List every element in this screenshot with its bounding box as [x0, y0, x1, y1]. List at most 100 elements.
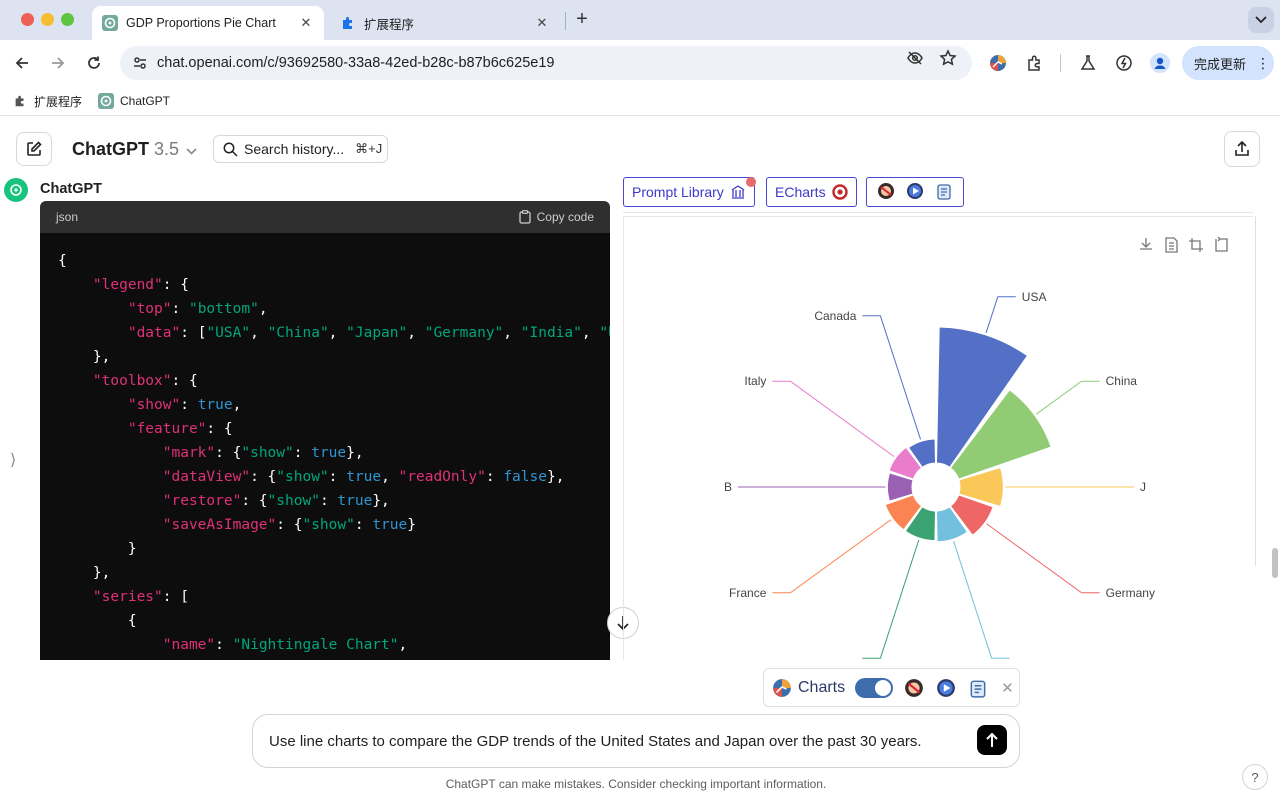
prompt-library-label: Prompt Library: [632, 184, 724, 200]
echarts-icon: [831, 184, 848, 200]
echarts-button[interactable]: ECharts: [766, 177, 857, 207]
label-leader-line: [953, 540, 1010, 659]
code-line: "mark": {"show": true},: [162, 445, 364, 461]
message-author: ChatGPT: [40, 181, 103, 197]
back-button[interactable]: [10, 51, 34, 75]
code-line: "saveAsImage": {"show": true}: [162, 517, 416, 533]
clipboard-tool-icon[interactable]: [935, 182, 953, 203]
reload-icon: [88, 56, 100, 69]
code-line: "show": true,: [127, 397, 242, 413]
panel-divider: [623, 212, 1253, 213]
slice-label: Italy: [744, 374, 766, 388]
site-settings-icon[interactable]: [130, 53, 150, 73]
edit-icon: [27, 141, 42, 156]
close-icon[interactable]: ✕: [534, 15, 550, 31]
slice-label: Germany: [1106, 586, 1155, 600]
tab-gdp-chart[interactable]: GDP Proportions Pie Chart ✕: [92, 6, 324, 40]
close-icon[interactable]: ✕: [1001, 679, 1014, 697]
clipboard-tool-icon[interactable]: [967, 677, 989, 699]
page-scrollbar[interactable]: [1272, 548, 1278, 578]
slice-label: Canada: [814, 309, 856, 323]
code-line: },: [58, 349, 111, 365]
code-line: "feature": {: [127, 421, 233, 437]
search-icon: [223, 142, 238, 157]
performance-icon[interactable]: [1113, 52, 1135, 74]
clipboard-icon: [518, 210, 531, 224]
code-block: { "legend": { "top": "bottom", "data": […: [40, 233, 610, 660]
bookmark-label: 扩展程序: [34, 94, 83, 109]
prompt-text[interactable]: Use line charts to compare the GDP trend…: [269, 733, 1019, 750]
openai-icon: [102, 15, 118, 31]
nightingale-chart: USA China J Germany France B Italy Canada: [623, 216, 1253, 660]
code-line: {: [58, 253, 67, 269]
charts-toggle[interactable]: [855, 677, 894, 698]
label-leader-line: [862, 539, 920, 659]
help-button[interactable]: ?: [1242, 764, 1268, 790]
arrow-right-icon: [52, 57, 65, 69]
forward-button[interactable]: [46, 51, 70, 75]
tab-extensions[interactable]: 扩展程序 ✕: [330, 6, 560, 40]
url-text[interactable]: chat.openai.com/c/93692580-33a8-42ed-b28…: [157, 55, 972, 71]
browser-toolbar: chat.openai.com/c/93692580-33a8-42ed-b28…: [0, 40, 1280, 86]
model-selector[interactable]: ChatGPT 3.5: [72, 139, 197, 160]
label-leader-line: [985, 296, 1016, 334]
code-line: "data": ["USA", "China", "Japan", "Germa…: [127, 325, 610, 341]
model-name: ChatGPT: [72, 139, 150, 159]
tab-search-button[interactable]: [1248, 7, 1274, 33]
close-icon[interactable]: ✕: [298, 15, 314, 31]
code-line: "legend": {: [92, 277, 189, 293]
openai-icon: [10, 184, 22, 196]
slice-label: France: [729, 586, 767, 600]
play-icon[interactable]: [906, 182, 924, 203]
restore-icon[interactable]: [1215, 236, 1228, 252]
extensions-puzzle-icon[interactable]: [1024, 52, 1046, 74]
prompt-input[interactable]: Use line charts to compare the GDP trend…: [252, 714, 1020, 768]
play-icon[interactable]: [935, 677, 957, 699]
eye-off-icon[interactable]: [906, 49, 924, 67]
toolbar-divider: [1060, 54, 1061, 72]
profile-avatar[interactable]: [1149, 52, 1171, 74]
label-leader-line: [772, 519, 892, 594]
minimize-window-button[interactable]: [41, 13, 54, 26]
code-line: "top": "bottom",: [127, 301, 268, 317]
echarts-label: ECharts: [775, 184, 826, 200]
bookmark-extensions[interactable]: 扩展程序: [12, 92, 82, 110]
share-icon: [1235, 140, 1249, 156]
chevron-down-icon: [186, 139, 197, 160]
chart-tools-group: [866, 177, 964, 207]
reload-button[interactable]: [82, 51, 106, 75]
code-language: json: [56, 210, 79, 224]
update-button[interactable]: 完成更新 ⋮: [1182, 46, 1274, 80]
fullscreen-window-button[interactable]: [61, 13, 74, 26]
address-bar[interactable]: chat.openai.com/c/93692580-33a8-42ed-b28…: [120, 46, 972, 80]
update-label: 完成更新: [1194, 56, 1247, 72]
send-button[interactable]: [977, 725, 1007, 755]
zoom-select-icon[interactable]: [1189, 238, 1203, 252]
search-history-button[interactable]: Search history... ⌘+J: [213, 135, 388, 163]
chatgpt-avatar: [4, 178, 28, 202]
labs-flask-icon[interactable]: [1077, 52, 1099, 74]
slice-label: B: [724, 480, 732, 494]
copy-code-button[interactable]: Copy code: [518, 210, 594, 224]
sidebar-toggle-icon[interactable]: ⟩: [10, 450, 16, 470]
code-line: "name": "Nightingale Chart",: [162, 637, 408, 653]
panel-scrollbar[interactable]: [1255, 216, 1256, 566]
label-leader-line: [1035, 380, 1100, 415]
avatar-tool-icon[interactable]: [903, 677, 925, 699]
star-icon[interactable]: [939, 49, 957, 67]
data-view-icon[interactable]: [1165, 237, 1178, 253]
download-icon[interactable]: [1140, 238, 1152, 250]
search-shortcut: ⌘+J: [355, 141, 383, 156]
more-menu-icon[interactable]: ⋮: [1256, 55, 1270, 72]
new-tab-button[interactable]: +: [572, 9, 592, 29]
close-window-button[interactable]: [21, 13, 34, 26]
code-block-header: json Copy code: [40, 201, 610, 233]
prompt-library-button[interactable]: Prompt Library: [623, 177, 755, 207]
new-chat-button[interactable]: [16, 132, 52, 166]
bookmark-chatgpt[interactable]: ChatGPT: [98, 92, 170, 110]
chart-extension-icon[interactable]: [987, 52, 1009, 74]
search-history-label: Search history...: [244, 141, 345, 157]
avatar-tool-icon[interactable]: [877, 182, 895, 203]
code-line: "dataView": {"show": true, "readOnly": f…: [162, 469, 565, 485]
share-button[interactable]: [1224, 131, 1260, 167]
